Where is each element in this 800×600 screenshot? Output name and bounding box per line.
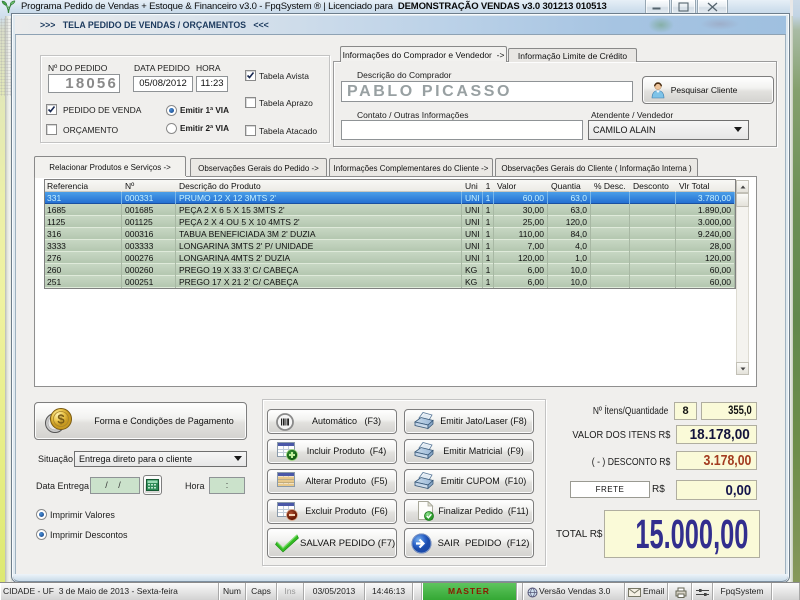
svg-text:$: $ [57,412,65,427]
